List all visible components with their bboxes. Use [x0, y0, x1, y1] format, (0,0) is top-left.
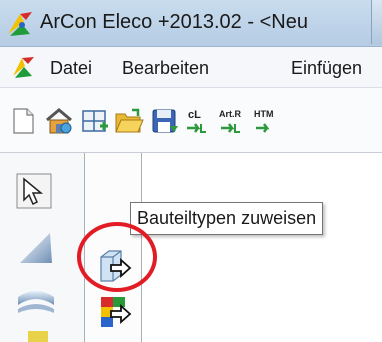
save-icon[interactable] — [150, 106, 180, 136]
assign-component-types-icon[interactable] — [97, 249, 133, 283]
htm-label: HTM — [254, 109, 274, 119]
tooltip: Bauteiltypen zuweisen — [130, 202, 324, 235]
system-menu-icon[interactable] — [10, 54, 38, 80]
arc-wall-icon[interactable] — [16, 283, 56, 319]
tool-sidebar-primary — [0, 153, 85, 342]
cl-export-button[interactable]: cL — [184, 106, 214, 136]
article-export-icon: Art.R — [219, 109, 241, 133]
html-export-icon: HTM — [254, 109, 274, 133]
tool-sidebar-secondary — [85, 153, 142, 342]
cl-export-icon: cL — [187, 109, 206, 133]
menu-einfuegen[interactable]: Einfügen — [291, 58, 362, 79]
article-export-button[interactable]: Art.R — [218, 106, 248, 136]
partial-tool-icon[interactable] — [28, 331, 48, 342]
open-folder-icon[interactable] — [114, 106, 144, 136]
menu-bar: Datei Bearbeiten Einfügen — [0, 47, 382, 88]
title-bar: ArCon Eleco +2013.02 - <Neu — [0, 0, 382, 47]
art-r-label: Art.R — [219, 109, 241, 119]
arcon-app-icon[interactable] — [6, 10, 34, 38]
main-toolbar: cL Art.R HTM — [0, 88, 382, 153]
new-document-icon[interactable] — [8, 106, 38, 136]
select-arrow-icon[interactable] — [16, 173, 52, 209]
html-export-button[interactable]: HTM — [254, 106, 274, 136]
house-design-icon[interactable] — [44, 106, 74, 136]
menu-bearbeiten[interactable]: Bearbeiten — [122, 58, 209, 79]
cl-label: cL — [188, 109, 201, 121]
floor-plan-icon[interactable] — [80, 106, 110, 136]
menu-datei[interactable]: Datei — [50, 58, 92, 79]
assign-materials-icon[interactable] — [99, 295, 133, 329]
wall-tool-icon[interactable] — [16, 229, 56, 269]
window-title: ArCon Eleco +2013.02 - <Neu — [40, 11, 308, 33]
window-control-button[interactable] — [371, 0, 382, 44]
